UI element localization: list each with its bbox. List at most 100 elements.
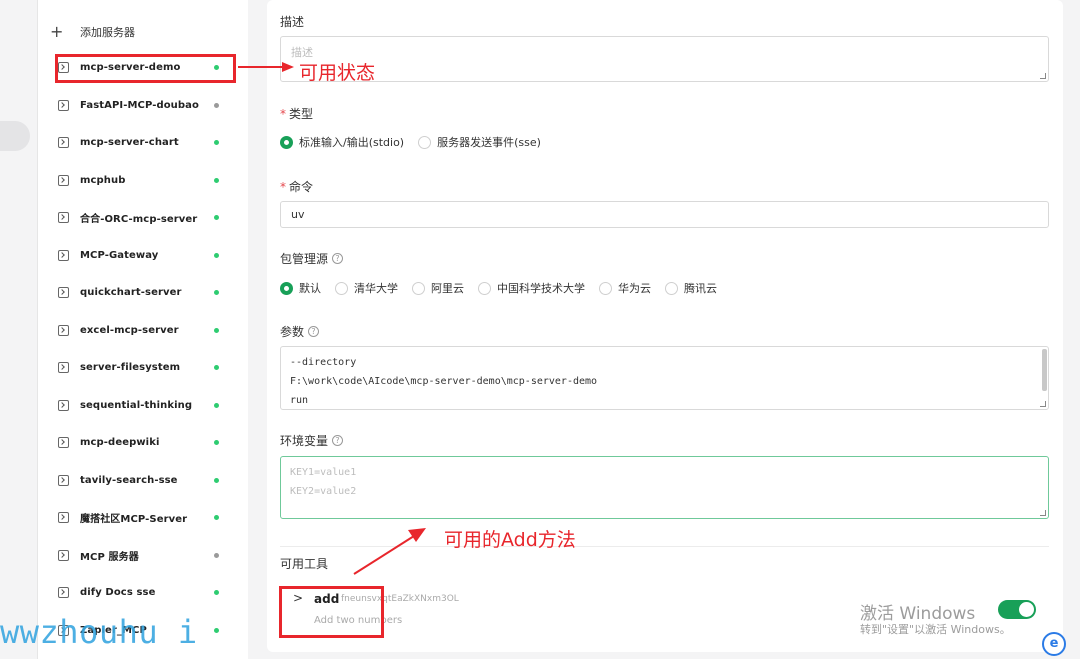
args-line: --directory (290, 357, 357, 368)
terminal-icon (58, 287, 69, 298)
status-dot-icon (214, 402, 219, 408)
app-rail (0, 0, 38, 659)
args-line: F:\work\code\AIcode\mcp-server-demo\mcp-… (290, 376, 598, 387)
source-option-ustc[interactable]: 中国科学技术大学 (478, 280, 585, 296)
radio-icon (418, 135, 432, 149)
add-server-label: 添加服务器 (80, 26, 135, 39)
terminal-icon (58, 174, 69, 186)
server-name: mcphub (80, 174, 126, 186)
source-option-huawei[interactable]: 华为云 (599, 280, 651, 296)
server-name: MCP-Gateway (80, 249, 159, 261)
server-item[interactable]: server-filesystem (38, 349, 248, 386)
server-item[interactable]: 魔搭社区MCP-Server (38, 499, 248, 536)
server-item[interactable]: excel-mcp-server (38, 312, 248, 349)
server-item[interactable]: dify Docs sse (38, 574, 248, 611)
terminal-icon (58, 249, 69, 261)
server-item[interactable]: FastAPI-MCP-doubao (38, 87, 248, 124)
status-dot-icon (214, 365, 219, 370)
highlight-box (55, 54, 236, 83)
status-dot-icon (214, 327, 219, 333)
command-label: * 命令 (280, 179, 314, 195)
status-dot-icon (214, 290, 219, 295)
terminal-icon (58, 437, 69, 448)
description-label: 描述 (280, 15, 305, 29)
type-option-stdio[interactable]: 标准输入/输出(stdio) (280, 134, 404, 150)
resize-handle-icon[interactable] (1040, 401, 1046, 407)
terminal-icon (58, 362, 69, 373)
terminal-icon (58, 137, 69, 148)
required-mark: * (280, 179, 286, 194)
source-option-tsinghua[interactable]: 清华大学 (335, 280, 398, 296)
type-radio-group: 标准输入/输出(stdio) 服务器发送事件(sse) (280, 134, 555, 150)
server-item[interactable]: mcp-server-chart (38, 124, 248, 161)
server-item[interactable]: MCP 服务器 (38, 537, 248, 574)
source-option-aliyun[interactable]: 阿里云 (412, 280, 464, 296)
server-item[interactable]: mcphub (38, 162, 248, 199)
source-option-tencent[interactable]: 腾讯云 (665, 280, 717, 296)
server-name: server-filesystem (80, 362, 181, 373)
tool-annotation: 可用的Add方法 (444, 529, 576, 551)
radio-icon (599, 281, 612, 295)
required-mark: * (280, 106, 286, 121)
env-label: 环境变量? (280, 432, 344, 449)
radio-icon (335, 281, 348, 295)
args-textarea[interactable]: --directory F:\work\code\AIcode\mcp-serv… (280, 346, 1049, 410)
server-item[interactable]: quickchart-server (38, 274, 248, 311)
env-placeholder-line: KEY2=value2 (290, 486, 357, 497)
server-name: mcp-server-chart (80, 137, 179, 148)
command-input[interactable]: uv (280, 201, 1049, 228)
server-sidebar: + 添加服务器 mcp-server-demo FastAPI-MCP-douba… (38, 0, 248, 659)
site-watermark: wwzhouhu i (0, 613, 198, 651)
assistant-icon[interactable]: e (1042, 632, 1066, 656)
radio-icon (280, 135, 293, 149)
resize-handle-icon[interactable] (1040, 73, 1046, 79)
radio-icon (478, 281, 491, 295)
add-server-button[interactable]: + 添加服务器 (50, 20, 135, 44)
terminal-icon (58, 549, 69, 561)
args-label: 参数? (280, 323, 320, 340)
source-option-default[interactable]: 默认 (280, 280, 321, 296)
help-icon[interactable]: ? (332, 435, 344, 446)
server-name: sequential-thinking (80, 399, 193, 411)
type-option-sse[interactable]: 服务器发送事件(sse) (418, 134, 541, 150)
env-textarea[interactable]: KEY1=value1 KEY2=value2 (280, 456, 1049, 519)
env-placeholder-line: KEY1=value1 (290, 467, 357, 478)
radio-icon (665, 281, 678, 295)
status-dot-icon (214, 627, 219, 633)
status-dot-icon (214, 477, 219, 483)
terminal-icon (58, 474, 69, 486)
server-name: quickchart-server (80, 287, 182, 298)
description-textarea[interactable]: 描述 (280, 36, 1049, 82)
server-item[interactable]: sequential-thinking (38, 387, 248, 424)
package-source-radio-group: 默认 清华大学 阿里云 中国科学技术大学 华为云 腾讯云 (280, 280, 731, 296)
server-item[interactable]: tavily-search-sse (38, 462, 248, 499)
command-value: uv (291, 208, 305, 221)
server-name: 魔搭社区MCP-Server (80, 514, 188, 525)
server-item[interactable]: MCP-Gateway (38, 237, 248, 274)
help-icon[interactable]: ? (332, 253, 344, 264)
server-item[interactable]: mcp-deepwiki (38, 424, 248, 461)
plus-icon: + (50, 22, 64, 41)
help-icon[interactable]: ? (308, 326, 320, 337)
terminal-icon (58, 512, 69, 523)
terminal-icon (58, 212, 69, 223)
server-item[interactable]: 合合-ORC-mcp-server (38, 199, 248, 236)
radio-icon (280, 281, 293, 295)
status-dot-icon (214, 102, 219, 108)
status-dot-icon (214, 252, 219, 258)
terminal-icon (58, 399, 69, 411)
rail-active-indicator[interactable] (0, 121, 30, 151)
server-name: FastAPI-MCP-doubao (80, 99, 199, 111)
enable-toggle[interactable] (998, 600, 1036, 619)
status-dot-icon (214, 140, 219, 145)
status-dot-icon (214, 590, 219, 595)
arrow-icon (353, 528, 426, 575)
arrow-icon (238, 62, 294, 72)
terminal-icon (58, 324, 69, 336)
terminal-icon (58, 587, 69, 598)
status-dot-icon (214, 215, 219, 220)
package-source-label: 包管理源? (280, 250, 344, 267)
scrollbar[interactable] (1042, 349, 1047, 391)
resize-handle-icon[interactable] (1040, 510, 1046, 516)
server-name: excel-mcp-server (80, 324, 179, 336)
